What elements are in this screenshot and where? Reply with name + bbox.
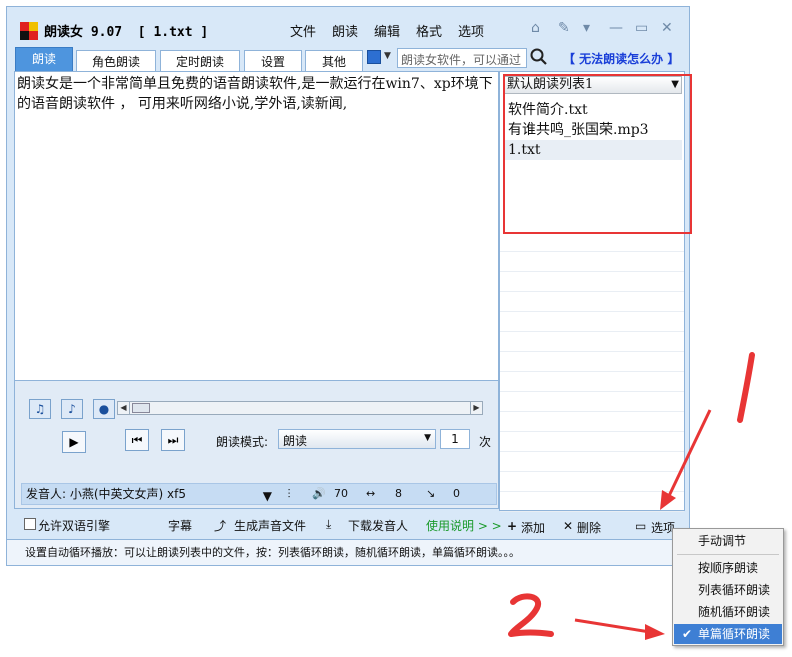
loop-mode-menu: 手动调节 按顺序朗读 列表循环朗读 随机循环朗读 ✔ 单篇循环朗读 [672,528,784,646]
menu-item-single-loop[interactable]: ✔ 单篇循环朗读 [674,624,782,644]
menu-edit[interactable]: 编辑 [374,21,400,40]
app-window: 朗读女 9.07 [ 1.txt ] 文件 朗读 编辑 格式 选项 ⌂ ✎ ▾ … [6,6,692,566]
download-voice-button[interactable]: 下载发音人 [348,517,408,534]
tab-other[interactable]: 其他 [305,50,363,73]
speed-value[interactable]: 8 [395,484,402,504]
speed-icon: ↔ [366,487,376,500]
subtitle-button[interactable]: 字幕 [168,517,192,534]
progress-slider[interactable]: ◀ ▶ [117,401,483,415]
chevron-down-icon: ▼ [424,433,431,443]
play-button[interactable]: ▶ [62,431,86,453]
delete-icon: ✕ [563,519,574,533]
menu-options[interactable]: 选项 [458,21,484,40]
music-icon[interactable]: ♪ [61,399,83,419]
volume-icon: 🔊 [312,487,326,500]
highlight-box [503,74,692,234]
mode-label: 朗读模式: [216,435,269,449]
pin-icon[interactable]: ✎ [558,20,570,36]
bottom-toolbar: 允许双语引擎 字幕 ⤴ 生成声音文件 ⤓ 下载发音人 使用说明 > > [14,509,502,539]
checkmark-icon: ✔ [682,627,693,641]
help-link[interactable]: 【 无法朗读怎么办 】 [563,50,679,67]
repeat-count-input[interactable]: 1 [440,429,470,449]
options-icon: ▭ [635,519,647,533]
next-button[interactable]: ⏭ [161,429,185,451]
app-title: 朗读女 9.07 [ 1.txt ] [44,25,209,40]
dual-engine-label: 允许双语引擎 [38,519,111,533]
chevron-down-icon: ▼ [262,489,272,503]
app-logo-icon [20,22,38,40]
voice-bar: 发音人: 小燕(中英文女声) xf5 ▼ ⫶ 🔊 70 ↔ 8 ↘ 0 [21,483,497,505]
reading-text-area[interactable]: 朗读女是一个非常简单且免费的语音朗读软件,是一款运行在win7、xp环境下的语音… [14,71,499,381]
pitch-value[interactable]: 0 [453,484,460,504]
annotation-arrow-1 [660,352,755,510]
voice-value: 发音人: 小燕(中英文女声) xf5 [26,487,186,501]
text-mode-icon[interactable]: ♫ [29,399,51,419]
annotation-arrow-2 [508,593,665,640]
download-icon: ⤓ [326,517,332,531]
title-bar: 朗读女 9.07 [ 1.txt ] 文件 朗读 编辑 格式 选项 ⌂ ✎ ▾ … [7,7,689,45]
status-bar: 设置自动循环播放：可以让朗读列表中的文件，按：列表循环朗读，随机循环朗读，单篇循… [7,539,689,565]
menu-item-sequential[interactable]: 按顺序朗读 [674,558,782,578]
dual-engine-checkbox[interactable] [24,518,36,530]
usage-guide-link[interactable]: 使用说明 > > [426,517,502,534]
menu-file[interactable]: 文件 [290,21,316,40]
menu-read[interactable]: 朗读 [332,21,358,40]
speaker-settings-icon[interactable]: ⫶ [278,484,300,504]
dropdown-arrow-icon[interactable]: ▼ [384,51,391,61]
maximize-icon[interactable]: ▭ [635,20,648,36]
generate-audio-icon: ⤴ [214,519,227,533]
annotation-label-2: 2 [520,600,521,601]
microphone-icon[interactable]: ● [93,399,115,419]
repeat-unit: 次 [479,435,492,449]
control-panel: ♫ ♪ ● ◀ ▶ ▶ ⏮ ⏭ 朗读模式: 朗读 ▼ 1 次 发音人: 小燕(中英文… [14,381,499,509]
tab-role-read[interactable]: 角色朗读 [76,50,156,73]
generate-audio-button[interactable]: 生成声音文件 [234,517,306,534]
skin-shirt-icon[interactable]: ▾ [583,20,590,36]
search-icon[interactable] [529,47,549,67]
home-icon[interactable]: ⌂ [531,20,540,36]
annotation-label-1: 1 [748,350,749,351]
voice-select[interactable]: 发音人: 小燕(中英文女声) xf5 ▼ [22,484,274,504]
delete-button[interactable]: 删除 [577,519,601,536]
add-button[interactable]: 添加 [521,519,545,536]
tab-read[interactable]: 朗读 [15,47,73,73]
menu-format[interactable]: 格式 [416,21,442,40]
minimize-icon[interactable]: — [609,20,623,36]
volume-value[interactable]: 70 [334,484,348,504]
tab-settings[interactable]: 设置 [244,50,302,73]
menu-item-random-loop[interactable]: 随机循环朗读 [674,602,782,622]
pitch-icon: ↘ [426,487,436,500]
tab-timed-read[interactable]: 定时朗读 [160,50,240,73]
mode-value: 朗读 [283,434,308,448]
menu-item-single-loop-label: 单篇循环朗读 [698,627,771,641]
search-input[interactable]: 朗读女软件，可以通过 [397,48,527,68]
menu-item-list-loop[interactable]: 列表循环朗读 [674,580,782,600]
mode-select[interactable]: 朗读 ▼ [278,429,436,449]
add-icon: + [507,519,518,533]
previous-button[interactable]: ⏮ [125,429,149,451]
close-icon[interactable]: ✕ [661,20,673,36]
menu-item-manual[interactable]: 手动调节 [674,531,782,551]
palette-icon[interactable] [367,50,381,64]
